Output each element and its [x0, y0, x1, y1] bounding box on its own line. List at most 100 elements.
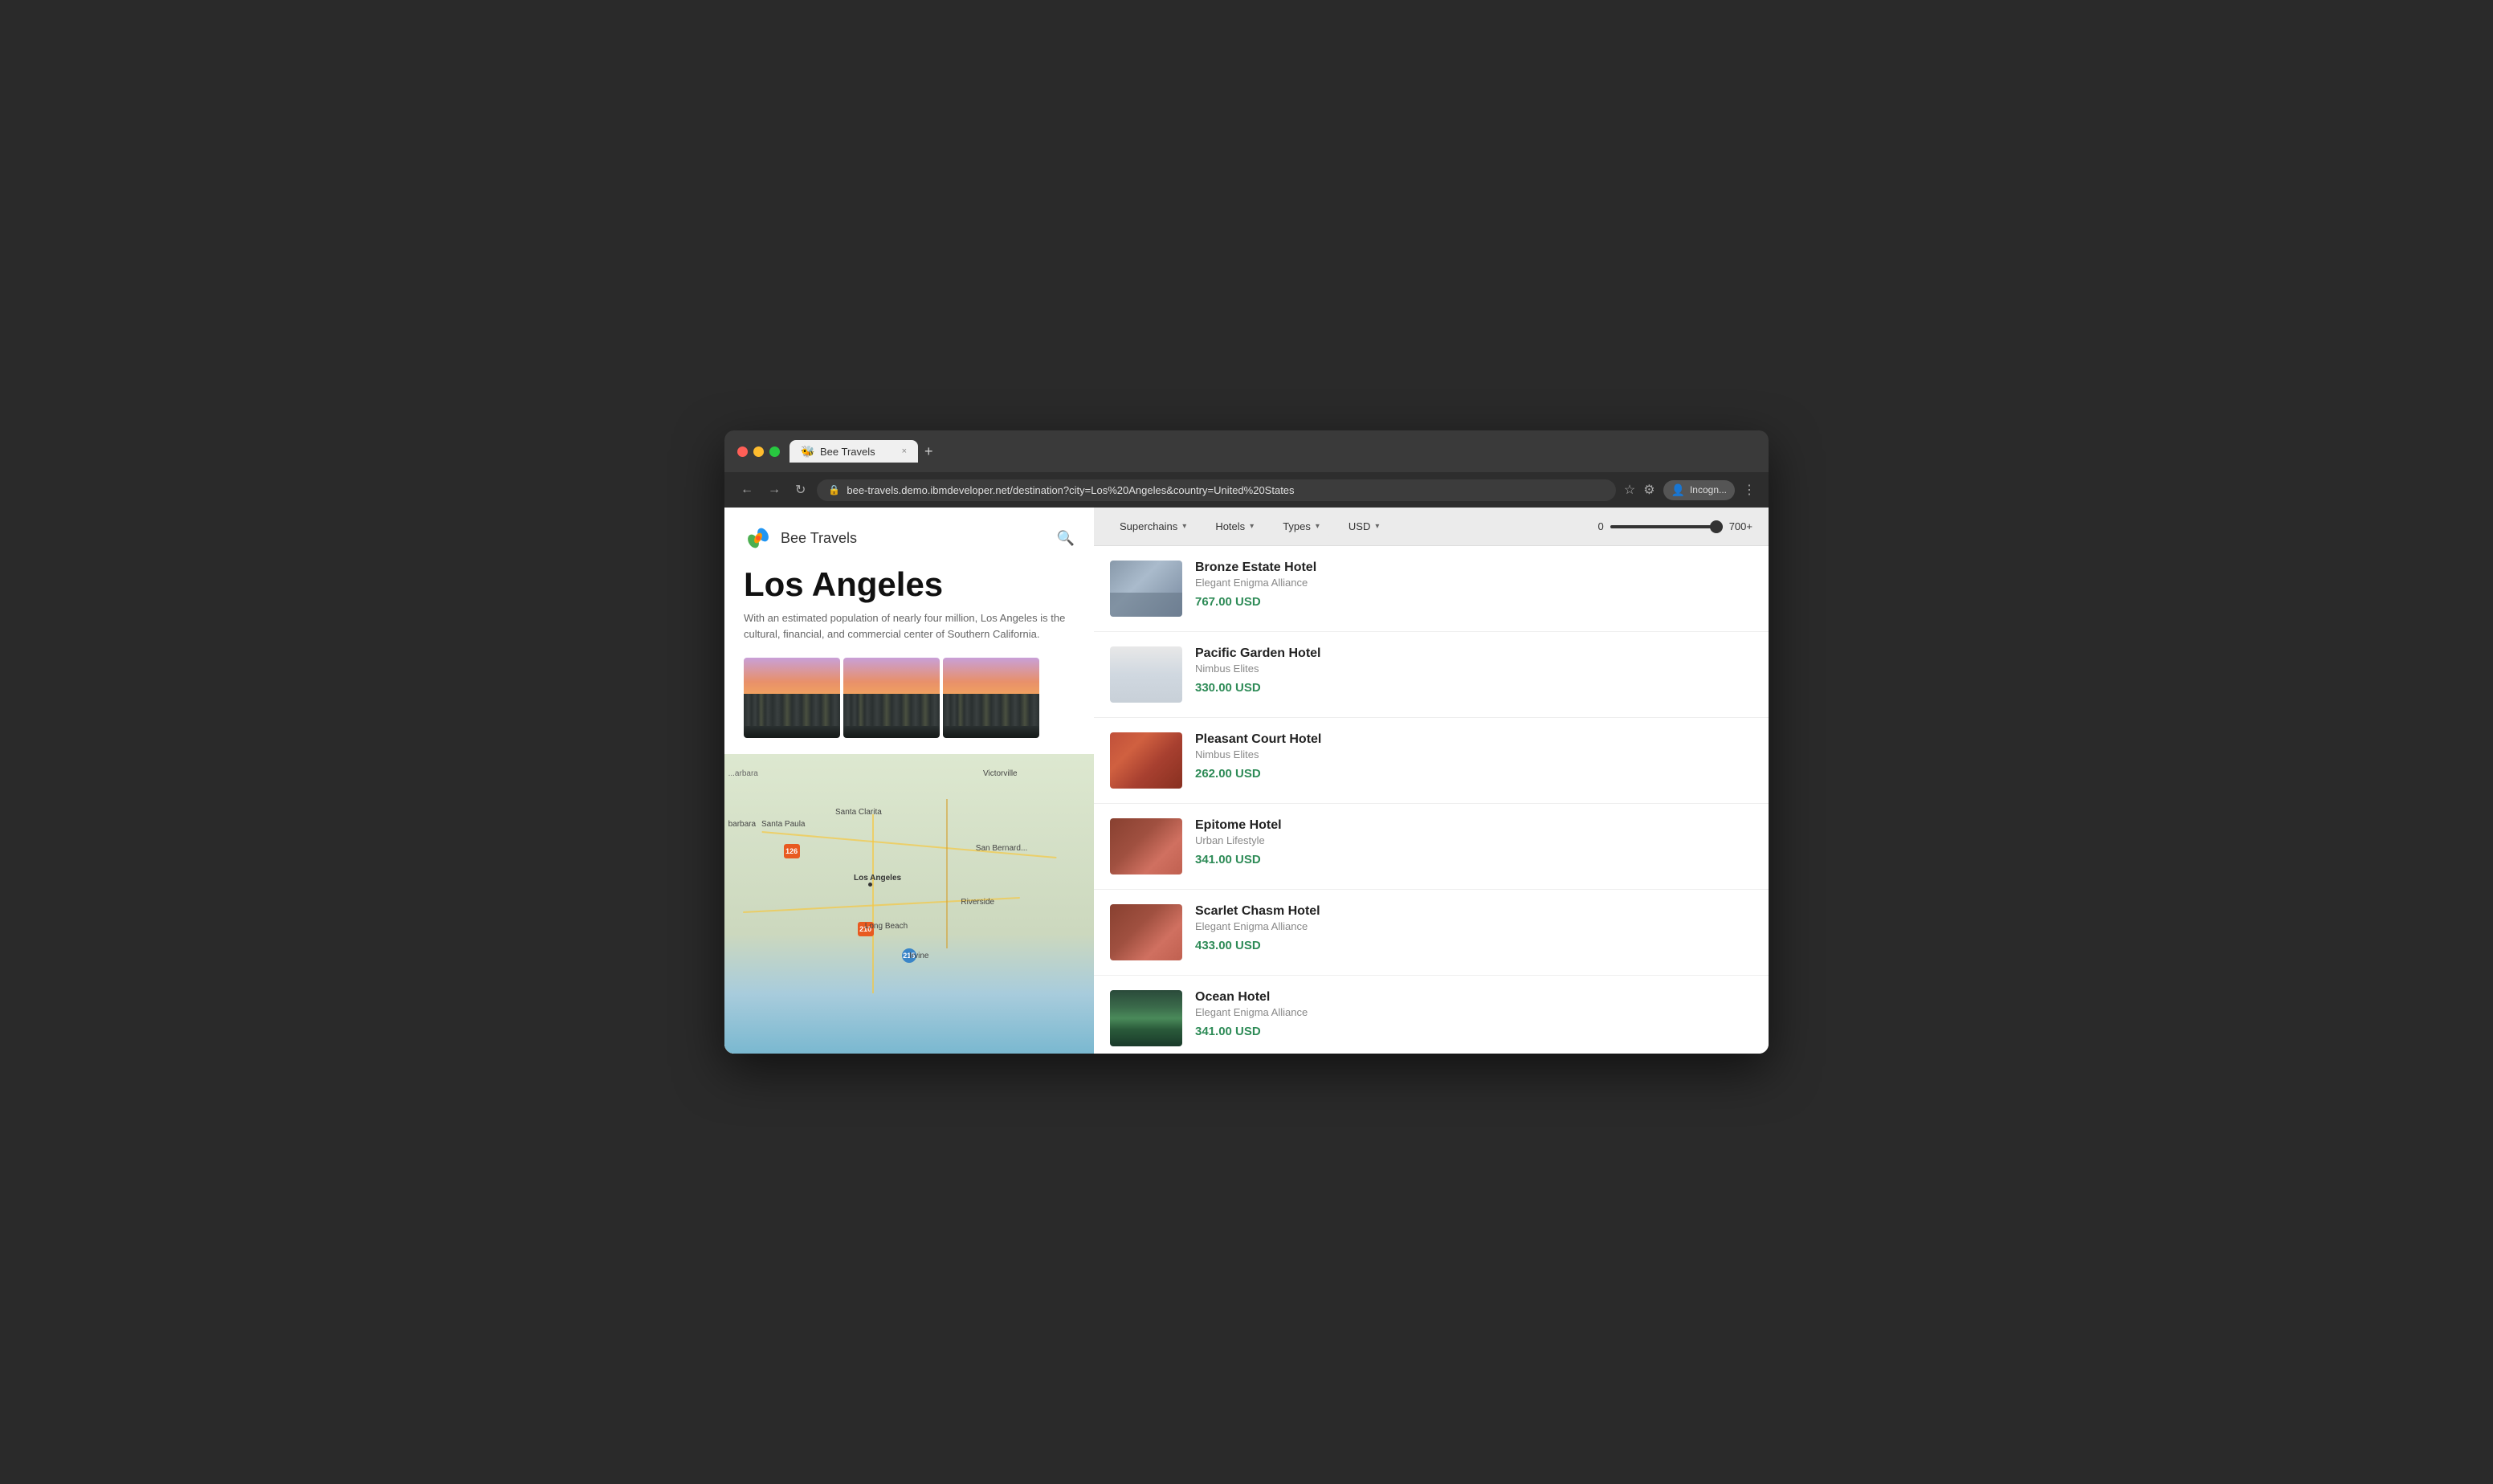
hotel-thumbnail	[1110, 904, 1182, 960]
map-label-longbeach: Long Beach	[865, 922, 908, 931]
browser-window: 🐝 Bee Travels × + ← → ↻ 🔒 bee-travels.de…	[724, 430, 1769, 1054]
tab-label: Bee Travels	[820, 446, 875, 458]
map-label-sanbernardino: San Bernard...	[976, 844, 1027, 853]
hotels-filter[interactable]: Hotels ▾	[1206, 516, 1263, 537]
star-icon[interactable]: ☆	[1624, 482, 1635, 498]
hotel-price: 767.00 USD	[1195, 595, 1752, 609]
price-slider[interactable]	[1610, 519, 1723, 535]
hotel-item[interactable]: Bronze Estate Hotel Elegant Enigma Allia…	[1094, 546, 1769, 632]
brand-name: Bee Travels	[781, 530, 857, 547]
hotel-name: Bronze Estate Hotel	[1195, 561, 1752, 575]
hotel-price: 433.00 USD	[1195, 939, 1752, 952]
incognito-avatar: 👤	[1671, 483, 1685, 497]
tab-close-icon[interactable]: ×	[902, 446, 907, 456]
map-area[interactable]: 210 215 126 Victorville Santa Paula Sant…	[724, 754, 1094, 1054]
hotel-thumbnail	[1110, 561, 1182, 617]
hotel-list: Superchains ▾ Hotels ▾ Types ▾ USD ▾ 0	[1094, 508, 1769, 1054]
sidebar-header: Bee Travels 🔍	[724, 508, 1094, 552]
hotel-info: Pleasant Court Hotel Nimbus Elites 262.0…	[1195, 732, 1752, 781]
slider-fill	[1610, 525, 1723, 528]
superchains-chevron-icon: ▾	[1182, 522, 1186, 531]
sidebar: Bee Travels 🔍 Los Angeles With an estima…	[724, 508, 1094, 1054]
price-range: 0 700+	[1597, 519, 1752, 535]
currency-label: USD	[1349, 520, 1370, 532]
incognito-button[interactable]: 👤 Incogn...	[1663, 480, 1735, 500]
city-description: With an estimated population of nearly f…	[724, 610, 1094, 642]
hotels-chevron-icon: ▾	[1250, 522, 1254, 531]
currency-filter[interactable]: USD ▾	[1339, 516, 1389, 537]
hotel-name: Ocean Hotel	[1195, 990, 1752, 1005]
map-label-la: Los Angeles	[854, 874, 901, 883]
hotel-info: Epitome Hotel Urban Lifestyle 341.00 USD	[1195, 818, 1752, 866]
close-button[interactable]	[737, 446, 748, 457]
map-background: 210 215 126 Victorville Santa Paula Sant…	[724, 754, 1094, 1054]
active-tab[interactable]: 🐝 Bee Travels ×	[790, 440, 918, 463]
highway-badge-126: 126	[784, 844, 800, 858]
traffic-lights	[737, 446, 780, 457]
hotel-chain: Nimbus Elites	[1195, 662, 1752, 675]
app-content: Bee Travels 🔍 Los Angeles With an estima…	[724, 508, 1769, 1054]
types-filter[interactable]: Types ▾	[1273, 516, 1329, 537]
hotel-price: 262.00 USD	[1195, 767, 1752, 781]
back-button[interactable]: ←	[737, 479, 757, 500]
hotel-chain: Elegant Enigma Alliance	[1195, 1006, 1752, 1018]
title-bar: 🐝 Bee Travels × +	[724, 430, 1769, 472]
gear-icon[interactable]: ⚙	[1643, 482, 1655, 498]
map-label-barbara2: ...arbara	[728, 769, 758, 778]
price-min-label: 0	[1597, 520, 1603, 532]
hotel-price: 330.00 USD	[1195, 681, 1752, 695]
map-label-santaclarita: Santa Clarita	[835, 808, 882, 817]
hotel-name: Scarlet Chasm Hotel	[1195, 904, 1752, 919]
hotel-chain: Elegant Enigma Alliance	[1195, 577, 1752, 589]
hotel-thumbnail	[1110, 818, 1182, 874]
url-text: bee-travels.demo.ibmdeveloper.net/destin…	[847, 484, 1294, 496]
superchains-filter[interactable]: Superchains ▾	[1110, 516, 1196, 537]
address-bar-actions: ☆ ⚙ 👤 Incogn... ⋮	[1624, 480, 1756, 500]
brand-logo-icon	[744, 524, 773, 552]
photo-gallery	[724, 642, 1094, 754]
maximize-button[interactable]	[769, 446, 780, 457]
hotel-item[interactable]: Epitome Hotel Urban Lifestyle 341.00 USD	[1094, 804, 1769, 890]
search-icon[interactable]: 🔍	[1057, 530, 1075, 547]
slider-thumb[interactable]	[1710, 520, 1723, 533]
filter-bar: Superchains ▾ Hotels ▾ Types ▾ USD ▾ 0	[1094, 508, 1769, 546]
map-label-barbara: barbara	[728, 820, 756, 829]
tab-favicon: 🐝	[801, 445, 814, 458]
minimize-button[interactable]	[753, 446, 764, 457]
hotels-label: Hotels	[1215, 520, 1245, 532]
types-chevron-icon: ▾	[1316, 522, 1320, 531]
city-photo-1[interactable]	[744, 658, 840, 738]
hotel-item[interactable]: Scarlet Chasm Hotel Elegant Enigma Allia…	[1094, 890, 1769, 976]
hotel-info: Ocean Hotel Elegant Enigma Alliance 341.…	[1195, 990, 1752, 1038]
address-bar: ← → ↻ 🔒 bee-travels.demo.ibmdeveloper.ne…	[724, 472, 1769, 508]
hotel-thumbnail	[1110, 732, 1182, 789]
reload-button[interactable]: ↻	[792, 479, 809, 501]
menu-icon[interactable]: ⋮	[1743, 482, 1756, 498]
incognito-label: Incogn...	[1690, 484, 1727, 495]
hotel-chain: Urban Lifestyle	[1195, 834, 1752, 846]
hotel-item[interactable]: Pleasant Court Hotel Nimbus Elites 262.0…	[1094, 718, 1769, 804]
map-label-irvine: Irvine	[909, 952, 928, 960]
hotel-price: 341.00 USD	[1195, 853, 1752, 866]
url-bar[interactable]: 🔒 bee-travels.demo.ibmdeveloper.net/dest…	[817, 479, 1615, 501]
new-tab-button[interactable]: +	[918, 443, 940, 460]
hotel-item[interactable]: Ocean Hotel Elegant Enigma Alliance 341.…	[1094, 976, 1769, 1054]
tab-bar: 🐝 Bee Travels × +	[790, 440, 1756, 463]
hotel-chain: Nimbus Elites	[1195, 748, 1752, 760]
map-road-3	[872, 814, 874, 994]
hotel-info: Scarlet Chasm Hotel Elegant Enigma Allia…	[1195, 904, 1752, 952]
map-label-victorville: Victorville	[983, 769, 1018, 778]
price-max-label: 700+	[1729, 520, 1752, 532]
currency-chevron-icon: ▾	[1375, 522, 1379, 531]
forward-button[interactable]: →	[765, 479, 784, 500]
hotel-name: Pacific Garden Hotel	[1195, 646, 1752, 661]
hotel-item[interactable]: Pacific Garden Hotel Nimbus Elites 330.0…	[1094, 632, 1769, 718]
hotel-chain: Elegant Enigma Alliance	[1195, 920, 1752, 932]
city-photo-3[interactable]	[943, 658, 1039, 738]
slider-track	[1610, 525, 1723, 528]
map-road-4	[946, 799, 948, 949]
hotel-name: Pleasant Court Hotel	[1195, 732, 1752, 747]
city-photo-2[interactable]	[843, 658, 940, 738]
hotel-price: 341.00 USD	[1195, 1025, 1752, 1038]
hotel-thumbnail	[1110, 990, 1182, 1046]
